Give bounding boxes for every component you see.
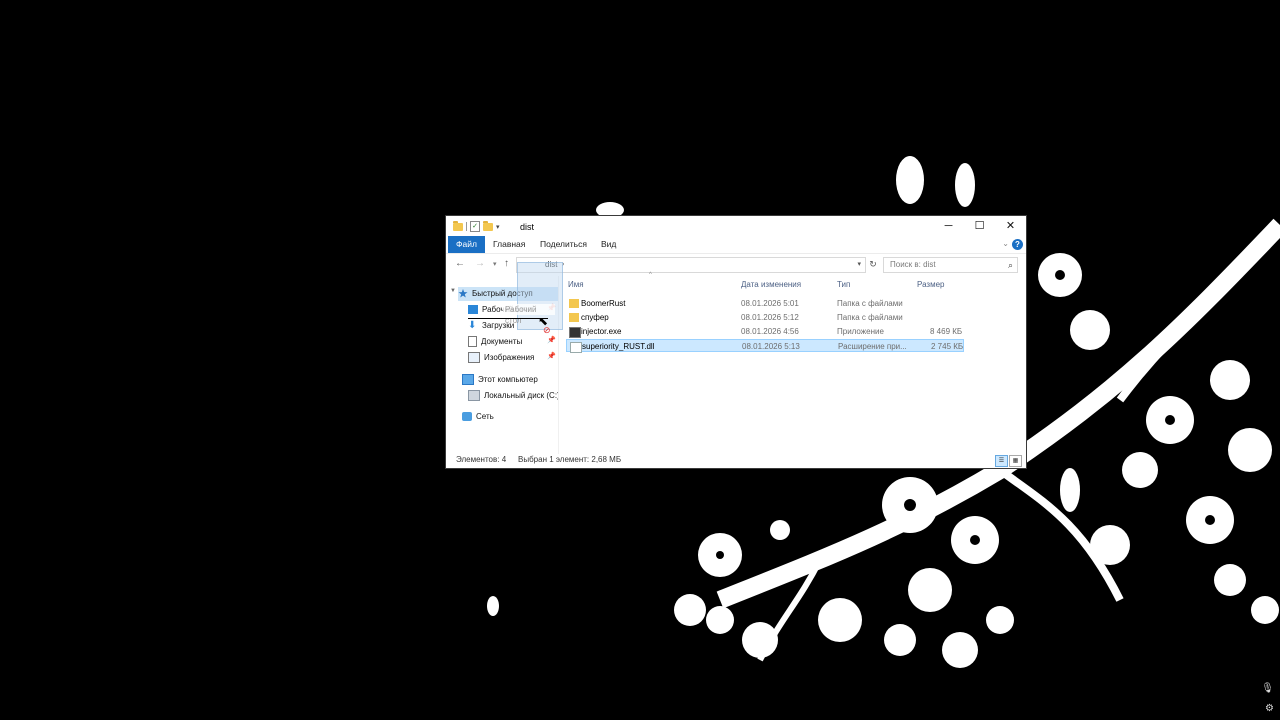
title-bar[interactable]: ✓ ▾ dist ─ ☐ ✕ xyxy=(446,216,1026,236)
file-type: Приложение xyxy=(837,327,884,336)
nav-network-label: Сеть xyxy=(476,412,494,421)
file-row[interactable]: injector.exe 08.01.2026 4:56 Приложение … xyxy=(566,325,964,338)
properties-icon[interactable]: ✓ xyxy=(470,221,480,232)
file-row[interactable]: BoomerRust 08.01.2026 5:01 Папка с файла… xyxy=(566,297,964,310)
help-icon[interactable]: ? xyxy=(1012,239,1023,250)
computer-icon xyxy=(462,374,474,386)
selection-info: Выбран 1 элемент: 2,68 МБ xyxy=(518,455,622,464)
pin-icon[interactable]: 📌 xyxy=(547,336,556,344)
collapse-icon[interactable]: ▼ xyxy=(450,288,456,294)
exe-icon xyxy=(569,327,581,338)
file-name: injector.exe xyxy=(581,327,622,336)
folder-icon xyxy=(569,313,579,322)
explorer-window: ✓ ▾ dist ─ ☐ ✕ Файл Главная Поделиться В… xyxy=(446,216,1026,468)
documents-icon xyxy=(468,336,477,348)
nav-documents-label: Документы xyxy=(481,337,523,346)
disk-icon xyxy=(468,390,480,402)
nav-local-disk[interactable]: Локальный диск (C:) xyxy=(468,389,558,403)
pictures-icon xyxy=(468,352,480,364)
address-dropdown-icon[interactable]: ▾ xyxy=(857,258,861,272)
item-count: Элементов: 4 xyxy=(456,455,507,464)
window-title: dist xyxy=(520,222,535,232)
file-name: спуфер xyxy=(581,313,609,322)
column-header-date[interactable]: Дата изменения xyxy=(741,276,801,293)
toolbar-separator xyxy=(466,222,467,231)
close-button[interactable]: ✕ xyxy=(995,216,1026,236)
up-arrow-icon[interactable]: ↑ xyxy=(504,258,509,269)
search-input[interactable]: Поиск в: dist ⌕ xyxy=(883,257,1018,273)
details-view-icon[interactable]: ☰ xyxy=(995,455,1008,467)
nav-pictures-label: Изображения xyxy=(484,353,535,362)
back-arrow-icon[interactable]: ← xyxy=(455,258,465,269)
tab-home[interactable]: Главная xyxy=(485,236,533,253)
pin-icon[interactable]: 📌 xyxy=(547,352,556,360)
file-row-selected[interactable]: superiority_RUST.dll 08.01.2026 5:13 Рас… xyxy=(566,339,964,353)
no-drop-icon: ⊘ xyxy=(543,325,551,335)
minimize-button[interactable]: ─ xyxy=(933,216,964,236)
file-row[interactable]: спуфер 08.01.2026 5:12 Папка с файлами xyxy=(566,311,964,324)
nav-this-pc-label: Этот компьютер xyxy=(478,375,538,384)
maximize-button[interactable]: ☐ xyxy=(964,216,995,236)
file-name: BoomerRust xyxy=(581,299,626,308)
folder-icon xyxy=(453,220,463,231)
drop-insert-line xyxy=(468,318,548,319)
search-icon: ⌕ xyxy=(1007,260,1013,270)
tab-view[interactable]: Вид xyxy=(593,236,624,253)
microphone-icon[interactable]: 🎙 xyxy=(1261,683,1274,694)
quick-access-toolbar: ✓ ▾ xyxy=(453,220,500,232)
file-name: superiority_RUST.dll xyxy=(582,342,655,351)
nav-this-pc[interactable]: Этот компьютер xyxy=(462,373,558,387)
recent-locations-icon[interactable]: ▾ xyxy=(493,260,497,268)
file-type: Папка с файлами xyxy=(837,313,903,322)
search-placeholder: Поиск в: dist xyxy=(890,260,936,269)
sort-ascending-icon: ^ xyxy=(649,272,652,278)
nav-local-disk-label: Локальный диск (C:) xyxy=(484,391,558,400)
expand-ribbon-icon[interactable]: ⌄ xyxy=(1002,239,1009,248)
file-type: Расширение при... xyxy=(838,342,907,351)
ribbon-tabs: Файл Главная Поделиться Вид ⌄ ? xyxy=(446,236,1026,254)
column-header-name[interactable]: Имя xyxy=(568,276,584,293)
folder-icon xyxy=(569,299,579,308)
address-bar[interactable]: dist › ▾ xyxy=(516,257,866,273)
file-size: 2 745 КБ xyxy=(931,342,964,351)
customize-toolbar-icon[interactable]: ▾ xyxy=(496,223,500,231)
nav-pictures[interactable]: Изображения xyxy=(468,351,548,365)
downloads-icon: ⬇ xyxy=(468,320,477,332)
tab-file[interactable]: Файл xyxy=(448,236,485,253)
nav-network[interactable]: Сеть xyxy=(462,410,558,424)
star-icon xyxy=(458,289,468,298)
settings-icon[interactable]: ⚙ xyxy=(1265,703,1274,714)
file-date: 08.01.2026 5:12 xyxy=(741,313,799,322)
file-size: 8 469 КБ xyxy=(930,327,963,336)
column-header-size[interactable]: Размер xyxy=(917,276,945,293)
dll-icon xyxy=(570,342,582,353)
file-type: Папка с файлами xyxy=(837,299,903,308)
nav-documents[interactable]: Документы xyxy=(468,335,548,349)
large-icons-view-icon[interactable]: ▦ xyxy=(1009,455,1022,467)
forward-arrow-icon[interactable]: → xyxy=(475,258,485,269)
file-date: 08.01.2026 5:13 xyxy=(742,342,800,351)
column-header-type[interactable]: Тип xyxy=(837,276,850,293)
tab-share[interactable]: Поделиться xyxy=(532,236,595,253)
refresh-icon[interactable]: ↻ xyxy=(866,257,880,271)
desktop-icon xyxy=(468,305,478,315)
file-date: 08.01.2026 4:56 xyxy=(741,327,799,336)
file-date: 08.01.2026 5:01 xyxy=(741,299,799,308)
network-icon xyxy=(462,412,472,422)
new-folder-icon[interactable] xyxy=(483,220,493,231)
status-bar: Элементов: 4 Выбран 1 элемент: 2,68 МБ ☰… xyxy=(446,452,1026,468)
